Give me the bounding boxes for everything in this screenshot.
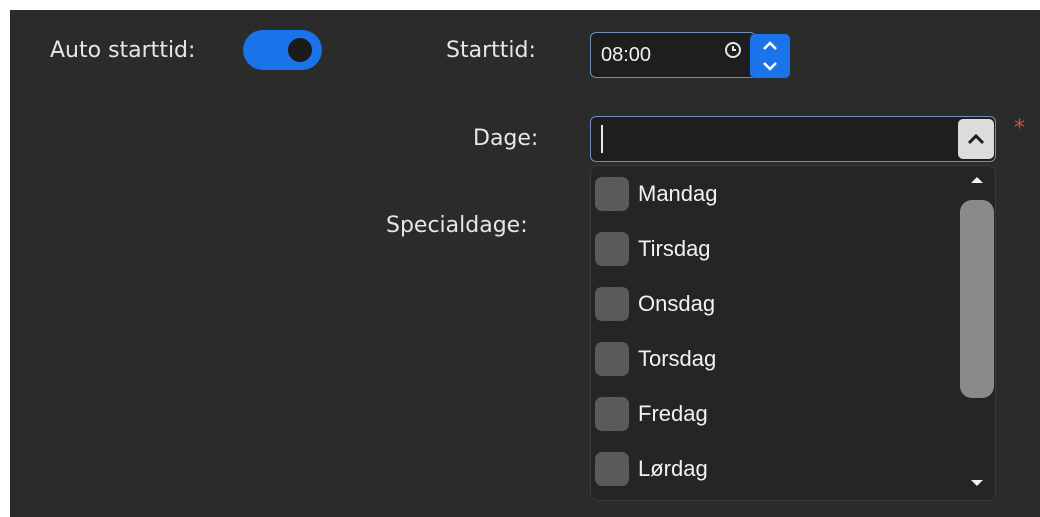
- required-indicator: *: [1014, 116, 1025, 141]
- option-tirsdag[interactable]: Tirsdag: [595, 230, 955, 270]
- scroll-up-arrow-icon[interactable]: [968, 174, 986, 186]
- option-label: Lørdag: [638, 456, 708, 481]
- option-lordag[interactable]: Lørdag: [595, 450, 955, 490]
- clock-icon[interactable]: [722, 39, 744, 61]
- dage-select[interactable]: [590, 116, 996, 162]
- specialdage-label: Specialdage:: [386, 213, 528, 238]
- option-mandag[interactable]: Mandag: [595, 175, 955, 215]
- text-cursor: [601, 125, 603, 153]
- time-spinner[interactable]: [750, 34, 790, 78]
- option-label: Onsdag: [638, 291, 716, 316]
- option-label: Mandag: [638, 181, 718, 206]
- checkbox[interactable]: [595, 177, 629, 211]
- option-label: Tirsdag: [638, 236, 711, 261]
- dropdown-toggle-button[interactable]: [958, 119, 994, 159]
- starttid-value: 08:00: [601, 44, 652, 66]
- option-onsdag[interactable]: Onsdag: [595, 285, 955, 325]
- chevron-down-icon[interactable]: [763, 62, 777, 71]
- starttid-label: Starttid:: [446, 38, 536, 63]
- chevron-up-icon: [967, 133, 985, 145]
- option-label: Torsdag: [638, 346, 717, 371]
- dage-label: Dage:: [473, 126, 539, 151]
- auto-starttid-toggle[interactable]: [243, 30, 322, 70]
- checkbox[interactable]: [595, 232, 629, 266]
- toggle-knob: [288, 38, 312, 62]
- option-label: Fredag: [638, 401, 708, 426]
- option-torsdag[interactable]: Torsdag: [595, 340, 955, 380]
- checkbox[interactable]: [595, 452, 629, 486]
- scroll-down-arrow-icon[interactable]: [968, 477, 986, 489]
- chevron-up-icon[interactable]: [763, 41, 777, 50]
- checkbox[interactable]: [595, 397, 629, 431]
- scrollbar-thumb[interactable]: [960, 200, 994, 398]
- auto-starttid-label: Auto starttid:: [50, 38, 196, 63]
- checkbox[interactable]: [595, 287, 629, 321]
- checkbox[interactable]: [595, 342, 629, 376]
- dage-dropdown-list: Mandag Tirsdag Onsdag Torsdag Fredag Lør…: [590, 165, 996, 501]
- option-fredag[interactable]: Fredag: [595, 395, 955, 435]
